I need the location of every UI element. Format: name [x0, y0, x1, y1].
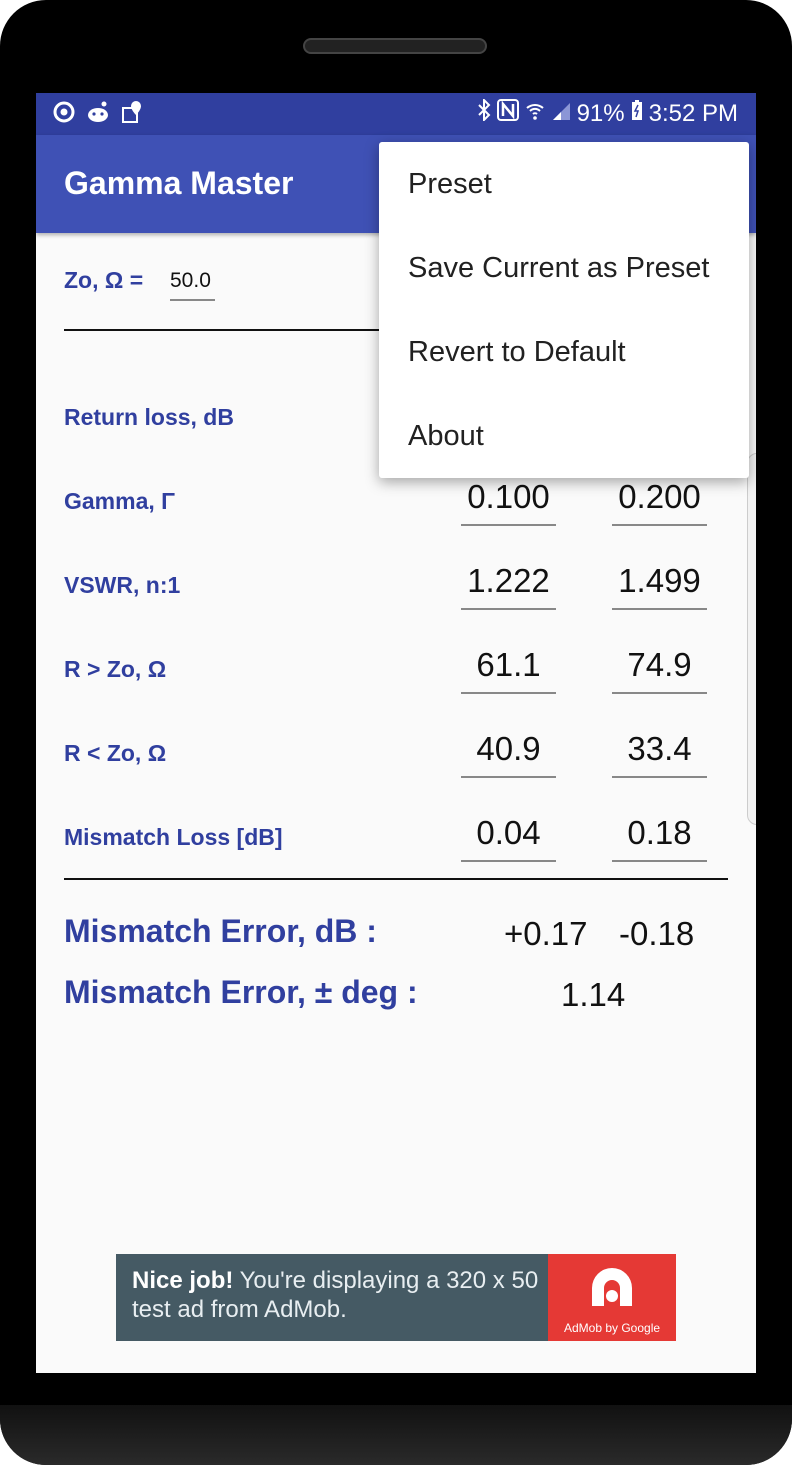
menu-item-about[interactable]: About: [379, 394, 749, 478]
clock: 3:52 PM: [648, 99, 738, 127]
signal-icon: [551, 100, 571, 128]
row-label: Mismatch Loss [dB]: [64, 824, 283, 850]
mismatch-error-db-plus: +0.17: [504, 915, 588, 952]
row-vswr: VSWR, n:1 1.222 1.499: [64, 558, 728, 618]
ad-text-bold: Nice job!: [132, 1267, 234, 1294]
bluetooth-icon: [477, 97, 491, 128]
overflow-menu: Preset Save Current as Preset Revert to …: [379, 142, 749, 478]
zo-label: Zo, Ω =: [64, 267, 144, 293]
mismatch-loss-value-1[interactable]: 0.04: [461, 810, 556, 862]
r-greater-input-1[interactable]: 61.1: [461, 642, 556, 694]
screen: 91% 3:52 PM Gamma Master Zo, Ω = 50.0 Re…: [36, 93, 756, 1373]
row-label: Gamma, Γ: [64, 488, 175, 514]
r-greater-input-2[interactable]: 74.9: [612, 642, 707, 694]
menu-item-revert-default[interactable]: Revert to Default: [379, 310, 749, 394]
admob-logo-icon: [592, 1268, 632, 1306]
row-r-less: R < Zo, Ω 40.9 33.4: [64, 726, 728, 786]
reddit-icon: [86, 100, 110, 124]
zo-input[interactable]: 50.0: [170, 269, 215, 301]
row-label: VSWR, n:1: [64, 572, 181, 598]
gamma-input-2[interactable]: 0.200: [612, 474, 707, 526]
menu-item-save-preset[interactable]: Save Current as Preset: [379, 226, 749, 310]
admob-logo: AdMob by Google: [548, 1254, 676, 1341]
mismatch-error-db-minus: -0.18: [619, 915, 695, 952]
gamma-input-1[interactable]: 0.100: [461, 474, 556, 526]
wifi-icon: [525, 100, 545, 128]
row-mismatch-loss: Mismatch Loss [dB] 0.04 0.18: [64, 810, 728, 870]
vswr-input-1[interactable]: 1.222: [461, 558, 556, 610]
speaker-grille: [303, 38, 487, 54]
admob-banner[interactable]: Nice job! You're displaying a 320 x 50 t…: [116, 1254, 676, 1341]
ad-text: Nice job! You're displaying a 320 x 50 t…: [132, 1266, 542, 1324]
battery-percent: 91%: [576, 99, 625, 127]
r-less-input-2[interactable]: 33.4: [612, 726, 707, 778]
row-label: Return loss, dB: [64, 404, 234, 430]
row-r-greater: R > Zo, Ω 61.1 74.9: [64, 642, 728, 702]
row-gamma: Gamma, Γ 0.100 0.200: [64, 474, 728, 534]
phone-frame: 91% 3:52 PM Gamma Master Zo, Ω = 50.0 Re…: [0, 0, 792, 1465]
menu-item-preset[interactable]: Preset: [379, 142, 749, 226]
bottom-divider: [64, 878, 728, 880]
vswr-input-2[interactable]: 1.499: [612, 558, 707, 610]
r-less-input-1[interactable]: 40.9: [461, 726, 556, 778]
scroll-edge-hint: [747, 453, 756, 825]
nfc-icon: [496, 99, 519, 128]
row-label: R > Zo, Ω: [64, 656, 167, 682]
map-icon: [120, 100, 144, 124]
status-bar: 91% 3:52 PM: [36, 93, 756, 135]
phone-bottom-bezel: [0, 1405, 792, 1465]
admob-logo-text: AdMob by Google: [563, 1321, 661, 1335]
row-label: R < Zo, Ω: [64, 740, 167, 766]
mismatch-loss-value-2[interactable]: 0.18: [612, 810, 707, 862]
app-title: Gamma Master: [64, 165, 294, 201]
mismatch-error-deg-label: Mismatch Error, ± deg :: [64, 974, 418, 1010]
mismatch-error-db-label: Mismatch Error, dB :: [64, 913, 377, 949]
battery-icon: [631, 99, 643, 128]
chrome-icon: [52, 100, 76, 124]
mismatch-error-deg-value: 1.14: [561, 976, 626, 1013]
